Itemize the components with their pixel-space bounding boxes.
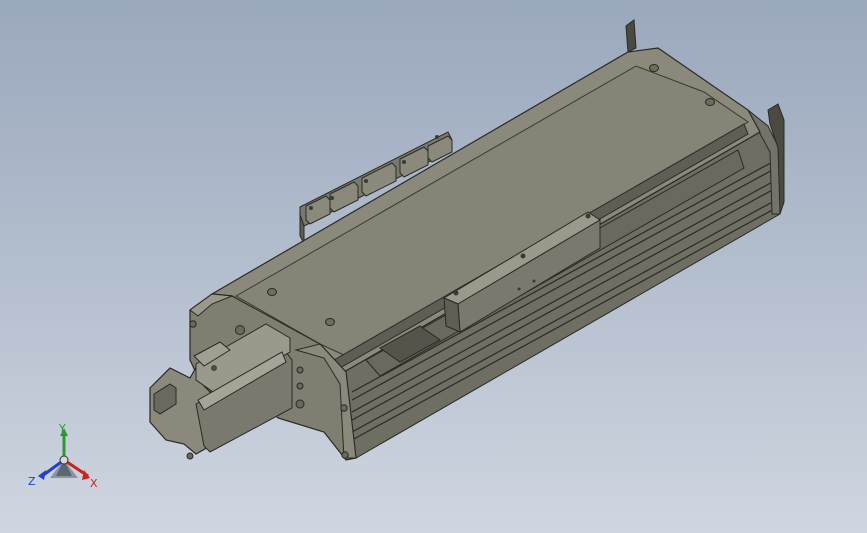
motor-mount-block[interactable] <box>149 323 293 460</box>
linear-actuator-model[interactable] <box>0 0 867 533</box>
cad-viewport[interactable]: Y X Z <box>0 0 867 533</box>
rear-end-tab <box>625 19 637 53</box>
axis-triad: Y X Z <box>26 420 106 492</box>
y-axis-label: Y <box>59 422 66 435</box>
z-axis-label: Z <box>28 475 36 488</box>
x-axis-label: X <box>90 477 98 490</box>
